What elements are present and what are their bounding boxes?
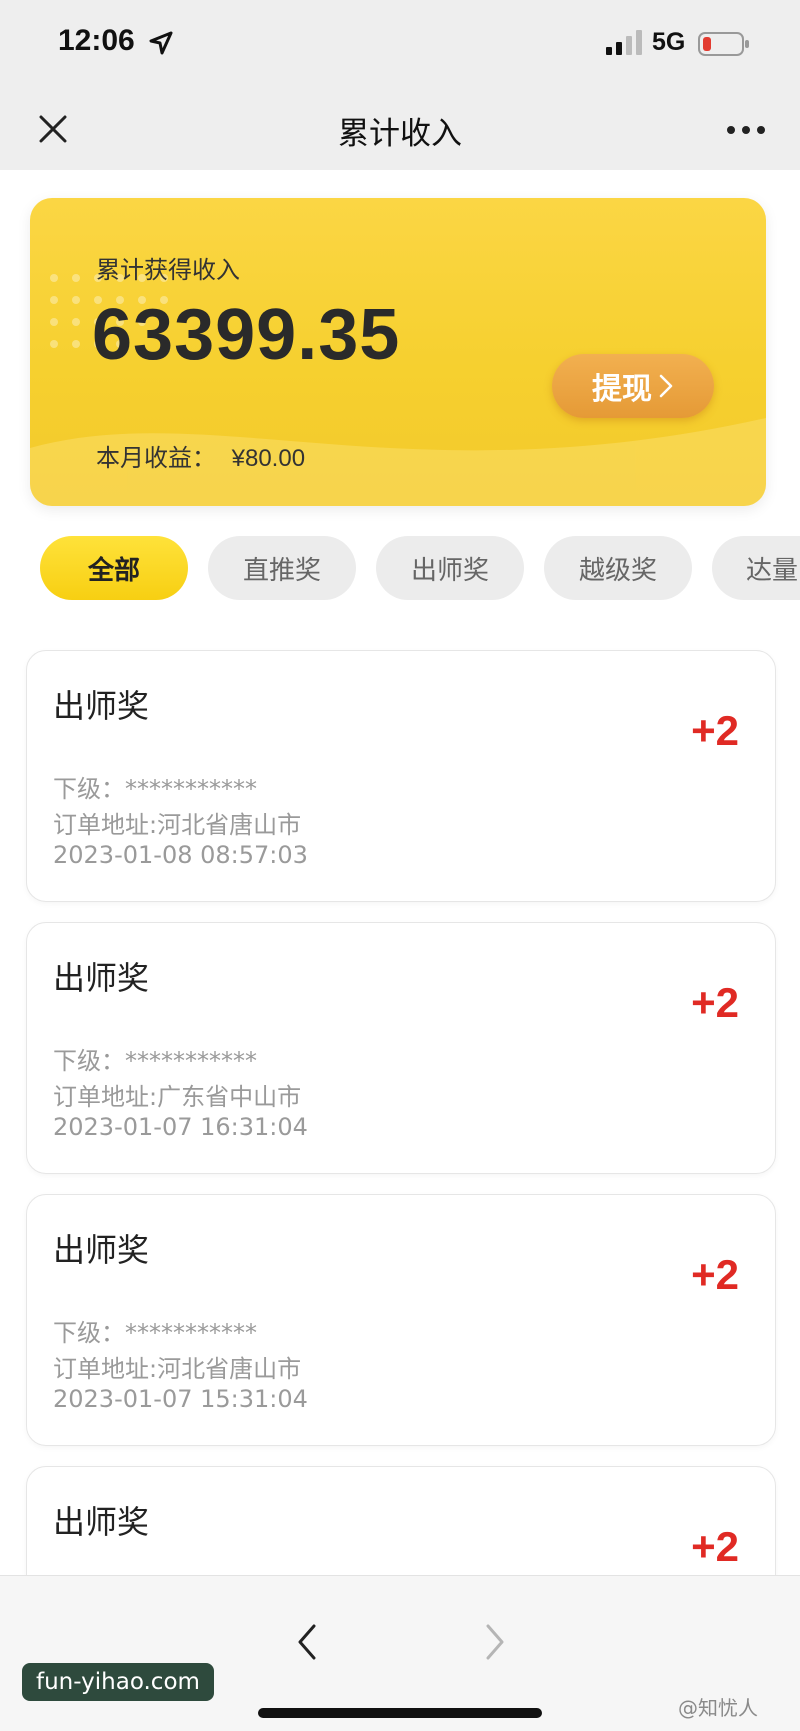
subordinate-value: *********** — [125, 775, 257, 803]
month-income-row: 本月收益： ¥80.00 — [96, 438, 305, 473]
page-title: 累计收入 — [338, 116, 462, 152]
watermark-right: @知忧人 — [678, 1696, 758, 1720]
address-label: 订单地址: — [53, 811, 158, 839]
record-address: 订单地址:河北省唐山市 — [53, 1349, 301, 1384]
withdraw-label: 提现 — [592, 372, 652, 407]
network-label: 5G — [652, 28, 686, 56]
record-subordinate: 下级：*********** — [53, 1041, 257, 1076]
chevron-right-icon[interactable] — [480, 1622, 510, 1662]
month-income-label: 本月收益： — [96, 444, 216, 472]
record-item[interactable]: 出师奖 +2 下级：*********** 订单地址:河北省唐山市 2023-0… — [26, 1194, 776, 1446]
home-indicator — [258, 1708, 542, 1718]
record-title: 出师奖 — [53, 687, 150, 725]
record-amount: +2 — [691, 1251, 739, 1298]
record-amount: +2 — [691, 707, 739, 754]
address-label: 订单地址: — [53, 1355, 158, 1383]
record-title: 出师奖 — [53, 959, 150, 997]
filter-tabs: 全部 直推奖 出师奖 越级奖 达量 — [0, 536, 800, 600]
more-icon[interactable] — [726, 124, 766, 136]
address-value: 广东省中山市 — [157, 1083, 302, 1111]
subordinate-label: 下级： — [53, 775, 125, 803]
record-amount: +2 — [691, 1523, 739, 1570]
subordinate-label: 下级： — [53, 1047, 125, 1075]
income-card: 累计获得收入 63399.35 本月收益： ¥80.00 提现 — [30, 198, 766, 506]
record-time: 2023-01-07 16:31:04 — [53, 1113, 308, 1141]
tab-volume-bonus[interactable]: 达量 — [712, 536, 800, 600]
chevron-left-icon[interactable] — [292, 1622, 322, 1662]
month-income-value: ¥80.00 — [231, 445, 306, 472]
battery-low-icon — [698, 32, 749, 56]
nav-bar: 累计收入 — [0, 90, 800, 170]
record-address: 订单地址:广东省中山市 — [53, 1077, 301, 1112]
record-item[interactable]: 出师奖 +2 下级：*********** 订单地址:河北省唐山市 2023-0… — [26, 650, 776, 902]
record-item[interactable]: 出师奖 +2 下级：*********** 订单地址:广东省中山市 2023-0… — [26, 922, 776, 1174]
subordinate-value: *********** — [125, 1047, 257, 1075]
record-time: 2023-01-08 08:57:03 — [53, 841, 308, 869]
address-value: 河北省唐山市 — [157, 811, 302, 839]
record-subordinate: 下级：*********** — [53, 769, 257, 804]
location-arrow-icon — [149, 31, 173, 55]
record-title: 出师奖 — [53, 1231, 150, 1269]
signal-icon — [606, 30, 642, 55]
status-bar: 12:06 5G — [0, 0, 800, 90]
record-address: 订单地址:河北省唐山市 — [53, 805, 301, 840]
address-label: 订单地址: — [53, 1083, 158, 1111]
tab-skip-level-bonus[interactable]: 越级奖 — [544, 536, 692, 600]
status-time: 12:06 — [58, 24, 135, 57]
address-value: 河北省唐山市 — [157, 1355, 302, 1383]
tab-direct-bonus[interactable]: 直推奖 — [208, 536, 356, 600]
record-time: 2023-01-07 15:31:04 — [53, 1385, 308, 1413]
income-label: 累计获得收入 — [96, 256, 240, 284]
income-total: 63399.35 — [92, 295, 401, 375]
watermark-left: fun-yihao.com — [22, 1663, 214, 1701]
record-amount: +2 — [691, 979, 739, 1026]
record-subordinate: 下级：*********** — [53, 1313, 257, 1348]
tab-graduation-bonus[interactable]: 出师奖 — [376, 536, 524, 600]
subordinate-label: 下级： — [53, 1319, 125, 1347]
subordinate-value: *********** — [125, 1319, 257, 1347]
tab-all[interactable]: 全部 — [40, 536, 188, 600]
chevron-right-icon — [659, 374, 673, 398]
withdraw-button[interactable]: 提现 — [552, 354, 714, 418]
record-title: 出师奖 — [53, 1503, 150, 1541]
